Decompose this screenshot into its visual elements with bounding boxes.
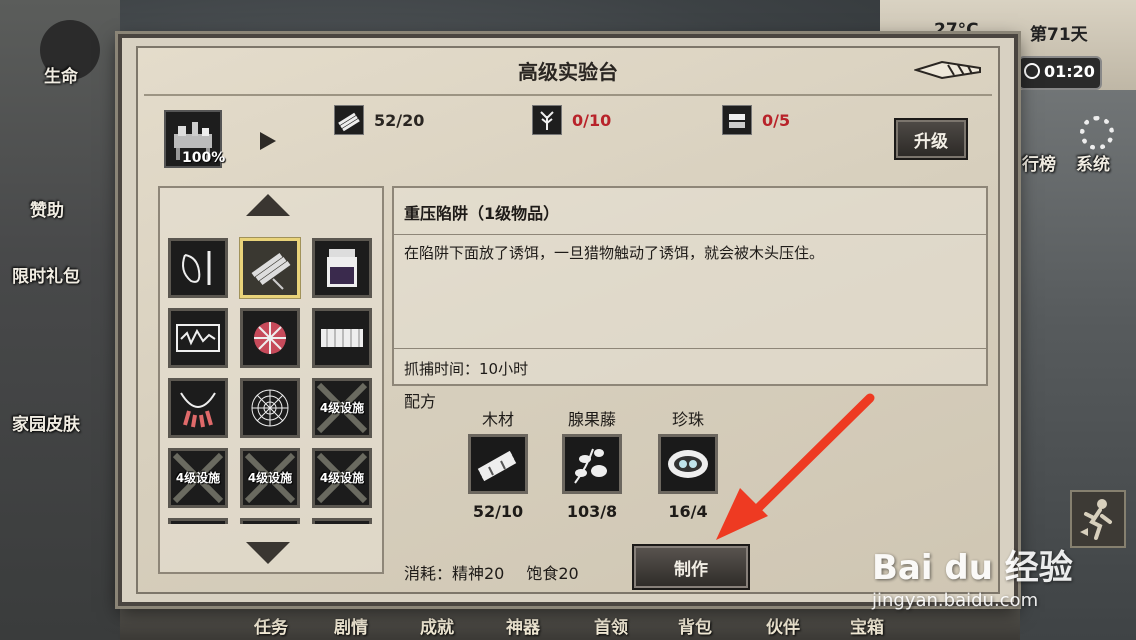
title-divider <box>144 94 992 96</box>
ingredient-name: 腺果藤 <box>567 410 616 429</box>
snare-icon <box>182 251 211 285</box>
page-title: 高级实验台 <box>518 60 618 84</box>
herb-icon <box>532 105 562 135</box>
lock-label: 4级设施 <box>175 471 221 485</box>
item-log-trap[interactable] <box>240 238 300 298</box>
item-radio[interactable] <box>168 308 228 368</box>
item-locked[interactable] <box>312 518 372 524</box>
consume-spirit: 消耗：精神20 <box>404 564 505 583</box>
clock-time: 01:20 <box>1044 62 1095 81</box>
life-label: 生命 <box>44 67 78 87</box>
system-button[interactable]: 系统 <box>1076 150 1110 175</box>
tab-achievement[interactable]: 成就 <box>420 613 454 638</box>
left-scroll-bar <box>0 0 120 640</box>
scroll-down-arrow-icon[interactable] <box>246 542 290 564</box>
requirement-metal: 0/5 <box>722 104 790 136</box>
item-name: 重压陷阱（1级物品） <box>404 204 560 223</box>
lock-label: 4级设施 <box>319 471 365 485</box>
recipe-label: 配方 <box>404 392 437 411</box>
tab-story[interactable]: 剧情 <box>334 613 368 638</box>
gear-icon[interactable] <box>1080 116 1114 150</box>
tab-boss[interactable]: 首领 <box>594 613 628 638</box>
tab-tasks[interactable]: 任务 <box>254 613 288 638</box>
ingredient-vine: 腺果藤 103/8 <box>560 406 624 521</box>
item-locked[interactable]: 4级设施 <box>168 448 228 508</box>
item-locked[interactable]: 4级设施 <box>240 448 300 508</box>
detail-divider <box>394 234 986 235</box>
metal-icon <box>722 105 752 135</box>
ingredient-count: 103/8 <box>566 502 618 521</box>
item-snare[interactable] <box>168 238 228 298</box>
running-man-icon <box>1080 499 1112 540</box>
sponsor-button[interactable]: 赞助 <box>30 196 64 221</box>
lab-panel: 高级实验台 100% 52/20 0/10 0/5 升级 4级设施 4级设施 4… <box>118 34 1018 606</box>
scroll-up-arrow-icon[interactable] <box>246 194 290 216</box>
item-locked[interactable] <box>168 518 228 524</box>
watermark-url: jingyan.baidu.com <box>872 590 1039 611</box>
next-arrow-icon <box>260 132 276 150</box>
requirement-value: 52/20 <box>374 110 425 130</box>
rank-button[interactable]: 行榜 <box>1022 150 1056 175</box>
tab-bag[interactable]: 背包 <box>678 613 712 638</box>
tab-chest[interactable]: 宝箱 <box>850 613 884 638</box>
item-shell[interactable] <box>240 308 300 368</box>
requirement-herb: 0/10 <box>532 104 611 136</box>
item-locked[interactable]: 4级设施 <box>312 378 372 438</box>
ingredient-wood: 木材 52/10 <box>466 406 530 521</box>
fence-icon <box>321 329 363 347</box>
requirement-wood: 52/20 <box>334 104 424 136</box>
lock-label: 4级设施 <box>319 401 365 415</box>
ingredient-count: 52/10 <box>472 502 524 521</box>
requirement-value: 0/10 <box>572 110 612 130</box>
upgrade-button[interactable]: 升级 <box>894 118 968 160</box>
lock-label: 4级设施 <box>247 471 293 485</box>
item-jar[interactable] <box>312 238 372 298</box>
necklace-icon <box>180 392 216 428</box>
item-necklace[interactable] <box>168 378 228 438</box>
item-locked[interactable]: 4级设施 <box>312 448 372 508</box>
jar-icon <box>327 249 357 287</box>
vine-icon[interactable] <box>562 434 622 494</box>
red-pointer-arrow-icon <box>716 393 875 540</box>
item-web[interactable] <box>240 378 300 438</box>
requirement-value: 0/5 <box>762 110 791 130</box>
clock-badge: 01:20 <box>1018 56 1102 90</box>
clock-icon <box>1024 63 1040 79</box>
item-grid: 4级设施 4级设施 4级设施 4级设施 <box>166 236 378 524</box>
wood-icon <box>334 105 364 135</box>
wood-bundle-icon[interactable] <box>468 434 528 494</box>
day-counter: 第71天 <box>1030 25 1088 45</box>
close-arrow-icon[interactable] <box>914 56 984 84</box>
make-button[interactable]: 制作 <box>632 544 750 590</box>
consume-food: 饱食20 <box>526 564 579 583</box>
skin-button[interactable]: 家园皮肤 <box>12 410 80 435</box>
log-trap-icon <box>251 252 291 290</box>
ingredient-name: 木材 <box>481 410 514 429</box>
shell-icon <box>254 322 286 354</box>
detail-divider <box>394 348 986 349</box>
gift-button[interactable]: 限时礼包 <box>12 262 80 287</box>
consume-info: 消耗：精神20 饱食20 <box>404 560 601 584</box>
item-locked[interactable] <box>240 518 300 524</box>
item-fence[interactable] <box>312 308 372 368</box>
watermark-logo: Bai du 经验 <box>872 548 1073 588</box>
tab-artifact[interactable]: 神器 <box>506 613 540 638</box>
web-icon <box>251 389 289 427</box>
tab-partner[interactable]: 伙伴 <box>766 613 800 638</box>
radio-icon <box>176 324 220 352</box>
item-description: 在陷阱下面放了诱饵，一旦猎物触动了诱饵，就会被木头压住。 <box>404 244 825 262</box>
exit-button[interactable] <box>1070 490 1126 548</box>
item-detail: 重压陷阱（1级物品） 在陷阱下面放了诱饵，一旦猎物触动了诱饵，就会被木头压住。 … <box>392 186 988 386</box>
item-list: 4级设施 4级设施 4级设施 4级设施 <box>158 186 384 574</box>
facility-progress: 100% <box>182 150 226 166</box>
catch-time: 抓捕时间：10小时 <box>404 360 529 378</box>
